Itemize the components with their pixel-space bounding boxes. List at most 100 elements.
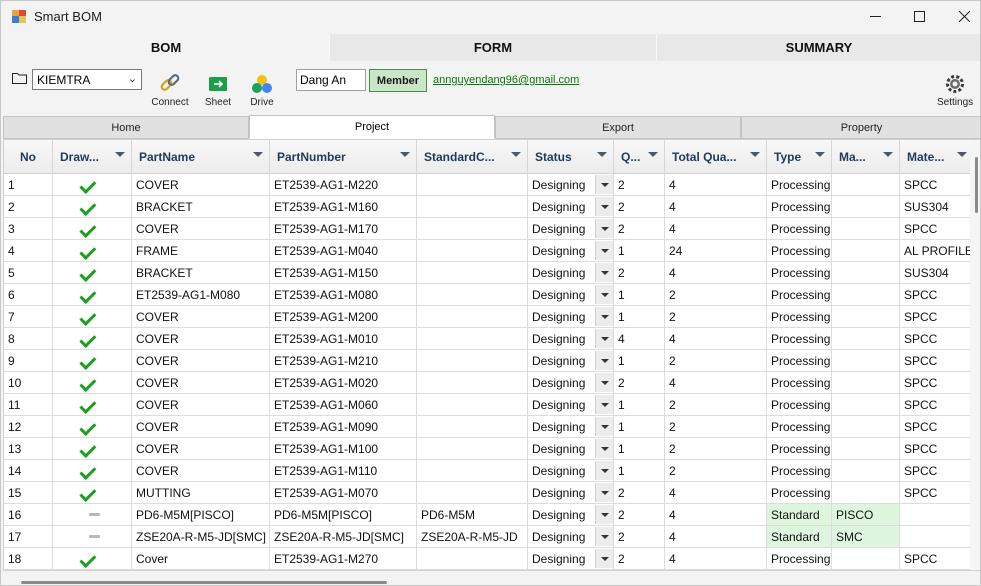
- standard-cell[interactable]: [417, 548, 528, 570]
- material-cell[interactable]: SUS304: [900, 262, 974, 284]
- type-cell[interactable]: Processing: [767, 328, 832, 350]
- total-cell[interactable]: 4: [665, 526, 767, 548]
- total-cell[interactable]: 2: [665, 394, 767, 416]
- q-cell[interactable]: 1: [614, 350, 665, 372]
- type-cell[interactable]: Processing: [767, 218, 832, 240]
- maker-cell[interactable]: [832, 482, 900, 504]
- part-name-cell[interactable]: ET2539-AG1-M080: [132, 284, 270, 306]
- type-cell[interactable]: Processing: [767, 548, 832, 570]
- column-header-material[interactable]: Mate...: [900, 140, 974, 174]
- drawing-cell[interactable]: [53, 196, 132, 218]
- part-name-cell[interactable]: COVER: [132, 174, 270, 196]
- type-cell[interactable]: Processing: [767, 394, 832, 416]
- maker-cell[interactable]: [832, 240, 900, 262]
- total-cell[interactable]: 24: [665, 240, 767, 262]
- tab-project[interactable]: Project: [249, 115, 495, 139]
- no-cell[interactable]: 9: [4, 350, 53, 372]
- status-dropdown-button[interactable]: [595, 307, 613, 326]
- standard-cell[interactable]: [417, 416, 528, 438]
- material-cell[interactable]: [900, 526, 974, 548]
- part-name-cell[interactable]: COVER: [132, 416, 270, 438]
- status-dropdown-button[interactable]: [595, 285, 613, 304]
- table-row[interactable]: 2 BRACKET ET2539-AG1-M160 Designing 2 4 Proces…: [4, 196, 974, 218]
- status-cell[interactable]: Designing: [528, 460, 614, 482]
- material-cell[interactable]: SUS304: [900, 196, 974, 218]
- type-cell[interactable]: Processing: [767, 482, 832, 504]
- no-cell[interactable]: 4: [4, 240, 53, 262]
- part-name-cell[interactable]: MUTTING: [132, 482, 270, 504]
- status-cell[interactable]: Designing: [528, 526, 614, 548]
- standard-cell[interactable]: [417, 460, 528, 482]
- part-number-cell[interactable]: ET2539-AG1-M170: [270, 218, 417, 240]
- tab-form[interactable]: FORM: [330, 34, 657, 61]
- total-cell[interactable]: 2: [665, 306, 767, 328]
- maker-cell[interactable]: [832, 460, 900, 482]
- status-dropdown-button[interactable]: [595, 197, 613, 216]
- drawing-cell[interactable]: [53, 174, 132, 196]
- type-cell[interactable]: Processing: [767, 438, 832, 460]
- filter-dropdown-icon[interactable]: [511, 152, 521, 157]
- status-dropdown-button[interactable]: [595, 527, 613, 546]
- filter-dropdown-icon[interactable]: [597, 152, 607, 157]
- maker-cell[interactable]: SMC: [832, 526, 900, 548]
- material-cell[interactable]: SPCC: [900, 460, 974, 482]
- filter-dropdown-icon[interactable]: [883, 152, 893, 157]
- status-dropdown-button[interactable]: [595, 373, 613, 392]
- total-cell[interactable]: 2: [665, 416, 767, 438]
- standard-cell[interactable]: ZSE20A-R-M5-JD: [417, 526, 528, 548]
- material-cell[interactable]: SPCC: [900, 284, 974, 306]
- q-cell[interactable]: 2: [614, 262, 665, 284]
- filter-dropdown-icon[interactable]: [648, 152, 658, 157]
- part-name-cell[interactable]: PD6-M5M[PISCO]: [132, 504, 270, 526]
- total-cell[interactable]: 4: [665, 196, 767, 218]
- folder-icon[interactable]: [12, 72, 27, 84]
- settings-button[interactable]: Settings: [937, 73, 973, 108]
- table-row[interactable]: 11 COVER ET2539-AG1-M060 Designing 1 2 Process…: [4, 394, 974, 416]
- status-cell[interactable]: Designing: [528, 416, 614, 438]
- table-row[interactable]: 15 MUTTING ET2539-AG1-M070 Designing 2 4 Proce…: [4, 482, 974, 504]
- no-cell[interactable]: 14: [4, 460, 53, 482]
- maker-cell[interactable]: [832, 372, 900, 394]
- q-cell[interactable]: 4: [614, 328, 665, 350]
- filter-dropdown-icon[interactable]: [115, 152, 125, 157]
- no-cell[interactable]: 10: [4, 372, 53, 394]
- q-cell[interactable]: 1: [614, 240, 665, 262]
- part-name-cell[interactable]: COVER: [132, 438, 270, 460]
- type-cell[interactable]: Processing: [767, 174, 832, 196]
- part-number-cell[interactable]: ET2539-AG1-M070: [270, 482, 417, 504]
- part-number-cell[interactable]: ET2539-AG1-M090: [270, 416, 417, 438]
- q-cell[interactable]: 2: [614, 174, 665, 196]
- part-name-cell[interactable]: COVER: [132, 218, 270, 240]
- maker-cell[interactable]: [832, 328, 900, 350]
- standard-cell[interactable]: [417, 394, 528, 416]
- tab-home[interactable]: Home: [3, 116, 249, 139]
- table-row[interactable]: 17 ZSE20A-R-M5-JD[SMC] ZSE20A-R-M5-JD[SMC]…: [4, 526, 974, 548]
- minimize-button[interactable]: [852, 1, 898, 32]
- sheet-button[interactable]: Sheet: [201, 73, 235, 108]
- status-dropdown-button[interactable]: [595, 461, 613, 480]
- q-cell[interactable]: 1: [614, 284, 665, 306]
- drawing-cell[interactable]: [53, 262, 132, 284]
- status-cell[interactable]: Designing: [528, 548, 614, 570]
- column-header-total-quantity[interactable]: Total Qua...: [665, 140, 767, 174]
- part-number-cell[interactable]: ET2539-AG1-M160: [270, 196, 417, 218]
- type-cell[interactable]: Processing: [767, 240, 832, 262]
- q-cell[interactable]: 2: [614, 526, 665, 548]
- no-cell[interactable]: 18: [4, 548, 53, 570]
- standard-cell[interactable]: [417, 196, 528, 218]
- type-cell[interactable]: Processing: [767, 196, 832, 218]
- total-cell[interactable]: 4: [665, 218, 767, 240]
- no-cell[interactable]: 12: [4, 416, 53, 438]
- standard-cell[interactable]: [417, 284, 528, 306]
- material-cell[interactable]: [900, 504, 974, 526]
- drawing-cell[interactable]: [53, 548, 132, 570]
- table-row[interactable]: 16 PD6-M5M[PISCO] PD6-M5M[PISCO] PD6-M5M Des…: [4, 504, 974, 526]
- status-dropdown-button[interactable]: [595, 505, 613, 524]
- standard-cell[interactable]: [417, 240, 528, 262]
- type-cell[interactable]: Processing: [767, 284, 832, 306]
- standard-cell[interactable]: [417, 328, 528, 350]
- standard-cell[interactable]: [417, 438, 528, 460]
- status-cell[interactable]: Designing: [528, 504, 614, 526]
- q-cell[interactable]: 2: [614, 504, 665, 526]
- type-cell[interactable]: Processing: [767, 372, 832, 394]
